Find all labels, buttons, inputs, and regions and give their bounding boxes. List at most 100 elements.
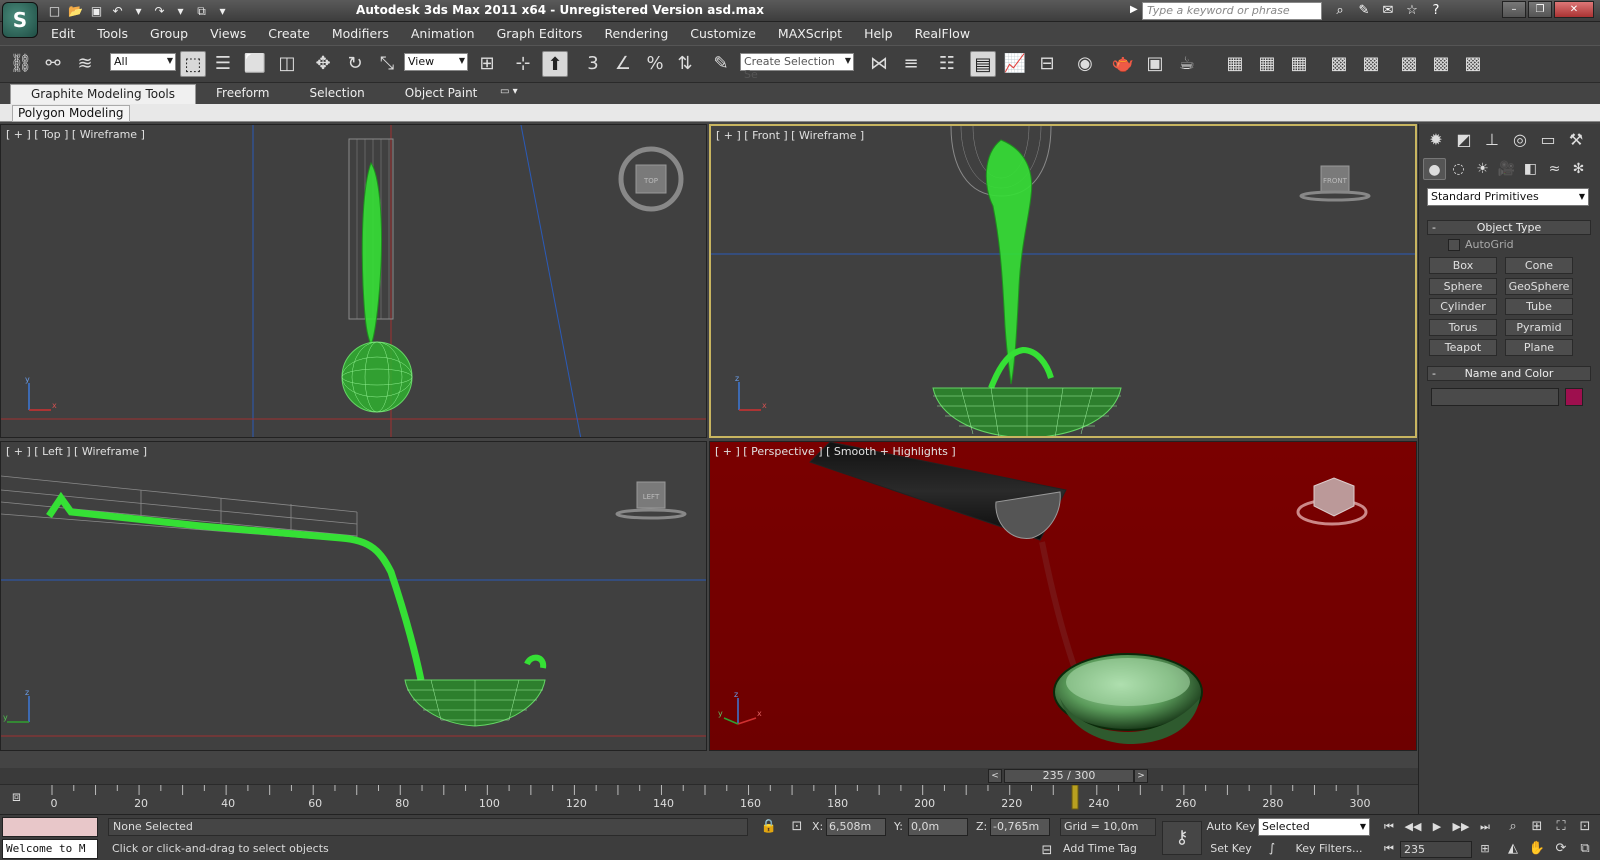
current-frame-marker[interactable] [1071,785,1079,810]
menu-group[interactable]: Group [139,23,199,45]
default-tangent-icon[interactable]: ∫ [1262,841,1282,857]
tube-button[interactable]: Tube [1505,298,1573,315]
select-and-scale-icon[interactable]: ⤡ [374,51,400,77]
time-slider-frame-box[interactable]: 235 / 300 [1004,769,1134,783]
subscription-icon[interactable]: ✎ [1354,2,1374,20]
lights-icon[interactable]: ☀ [1471,158,1494,180]
absolute-mode-icon[interactable]: ⊡ [788,819,806,835]
layer-manager-icon[interactable]: ☷ [934,51,960,77]
sphere-button[interactable]: Sphere [1429,278,1497,295]
geometry-icon[interactable]: ● [1423,158,1446,180]
geosphere-button[interactable]: GeoSphere [1505,278,1573,295]
z-coordinate-field[interactable]: -0,765m [990,818,1050,836]
maxscript-listener-output[interactable] [2,817,98,837]
snaps-toggle-icon[interactable]: 3 [580,51,606,77]
y-coordinate-field[interactable]: 0,0m [908,818,968,836]
menu-views[interactable]: Views [199,23,257,45]
helpers-icon[interactable]: ◧ [1519,158,1542,180]
selection-lock-icon[interactable]: 🔒 [760,819,778,835]
time-tag-icon[interactable]: ⊟ [1038,843,1056,859]
viewport-label-left[interactable]: [ + ] [ Left ] [ Wireframe ] [6,445,147,458]
menu-help[interactable]: Help [853,23,904,45]
polygon-modeling-panel[interactable]: Polygon Modeling [12,105,130,122]
tab-object-paint[interactable]: Object Paint [385,84,498,104]
menu-tools[interactable]: Tools [86,23,139,45]
go-to-end-icon[interactable]: ⏭ [1474,819,1496,835]
motion-tab-icon[interactable]: ◎ [1507,128,1533,152]
binoculars-icon[interactable]: ⌕ [1330,2,1350,20]
key-mode-toggle-icon[interactable]: ⏮ [1378,841,1400,857]
select-object-icon[interactable]: ⬚ [180,51,206,77]
shapes-icon[interactable]: ◌ [1447,158,1470,180]
key-filters-button[interactable]: Key Filters... [1286,840,1372,858]
viewport-label-front[interactable]: [ + ] [ Front ] [ Wireframe ] [716,129,864,142]
track-bar[interactable]: ⧈ 0 20 40 60 80 100 120 140 160 180 200 220 240 260 28… [0,784,1418,814]
time-configuration-icon[interactable]: ⊞ [1474,841,1496,857]
zoom-all-icon[interactable]: ⊞ [1526,817,1548,837]
next-frame-icon[interactable]: ▶▶ [1450,819,1472,835]
realflow-bin-mesh-icon[interactable]: ▩ [1396,51,1422,77]
app-logo-icon[interactable]: S [2,2,38,38]
menu-maxscript[interactable]: MAXScript [767,23,853,45]
object-name-field[interactable] [1431,388,1559,406]
create-tab-icon[interactable]: ✹ [1423,128,1449,152]
zoom-extents-icon[interactable]: ⛶ [1550,817,1572,837]
play-icon[interactable]: ▶ [1426,819,1448,835]
bind-space-warp-icon[interactable]: ≋ [72,51,98,77]
realflow-bin-export-icon[interactable]: ▩ [1326,51,1352,77]
select-and-link-icon[interactable]: ⛓ [8,51,34,77]
graphite-toggle-icon[interactable]: ▤ [970,51,996,77]
unlink-icon[interactable]: ⚯ [40,51,66,77]
realflow-bin-particles-icon[interactable]: ▩ [1428,51,1454,77]
current-frame-field[interactable]: 235 [1400,841,1472,858]
systems-icon[interactable]: ✻ [1567,158,1590,180]
communication-icon[interactable]: ✉ [1378,2,1398,20]
reference-coordinate-dropdown[interactable]: View [404,53,468,71]
torus-button[interactable]: Torus [1429,319,1497,336]
edit-named-selection-icon[interactable]: ✎ [708,51,734,77]
selection-filter-dropdown[interactable]: All [110,53,176,71]
menu-edit[interactable]: Edit [40,23,86,45]
cylinder-button[interactable]: Cylinder [1429,298,1497,315]
hierarchy-tab-icon[interactable]: ⊥ [1479,128,1505,152]
favorites-star-icon[interactable]: ☆ [1402,2,1422,20]
previous-frame-icon[interactable]: ◀◀ [1402,819,1424,835]
add-time-tag-button[interactable]: Add Time Tag [1060,840,1156,858]
set-keys-key-icon[interactable]: ⚷ [1162,821,1202,855]
auto-key-button[interactable]: Auto Key [1206,818,1256,837]
percent-snap-icon[interactable]: % [642,51,668,77]
curve-editor-icon[interactable]: 📈 [1002,51,1028,77]
ribbon-options-icon[interactable]: ▭ ▾ [500,86,526,100]
viewport-front[interactable]: [ + ] [ Front ] [ Wireframe ] FRONT z x [709,124,1417,438]
box-button[interactable]: Box [1429,257,1497,274]
object-color-swatch[interactable] [1565,388,1583,406]
rectangular-selection-icon[interactable]: ⬜ [242,51,268,77]
set-key-button[interactable]: Set Key [1206,840,1256,859]
utilities-tab-icon[interactable]: ⚒ [1563,128,1589,152]
zoom-extents-all-icon[interactable]: ⊡ [1574,817,1596,837]
realflow-sd-import-icon[interactable]: ▦ [1254,51,1280,77]
primitive-category-dropdown[interactable]: Standard Primitives [1427,188,1589,206]
viewport-label-perspective[interactable]: [ + ] [ Perspective ] [ Smooth + Highlig… [715,445,956,458]
menu-realflow[interactable]: RealFlow [904,23,981,45]
restore-icon[interactable]: ❐ [1528,1,1552,18]
plane-button[interactable]: Plane [1505,339,1573,356]
keyboard-shortcut-override-icon[interactable]: ⬆ [542,51,568,77]
display-tab-icon[interactable]: ▭ [1535,128,1561,152]
tab-selection[interactable]: Selection [289,84,384,104]
menu-rendering[interactable]: Rendering [593,23,679,45]
window-crossing-icon[interactable]: ◫ [274,51,300,77]
pan-view-icon[interactable]: ✋ [1526,839,1548,859]
tab-freeform[interactable]: Freeform [196,84,289,104]
cameras-icon[interactable]: 🎥 [1495,158,1518,180]
autogrid-checkbox[interactable] [1448,239,1460,251]
viewport-left[interactable]: [ + ] [ Left ] [ Wireframe ] LEFT z y [0,441,707,751]
render-production-icon[interactable]: ☕ [1174,51,1200,77]
rendered-frame-window-icon[interactable]: ▣ [1142,51,1168,77]
orbit-icon[interactable]: ⟳ [1550,839,1572,859]
realflow-bin-import-icon[interactable]: ▩ [1358,51,1384,77]
maxscript-listener-input[interactable]: Welcome to M [2,839,98,859]
time-slider[interactable]: < 235 / 300 > [0,768,1418,784]
search-expand-icon[interactable]: ▶ [1130,4,1138,15]
realflow-bin-loader-icon[interactable]: ▩ [1460,51,1486,77]
